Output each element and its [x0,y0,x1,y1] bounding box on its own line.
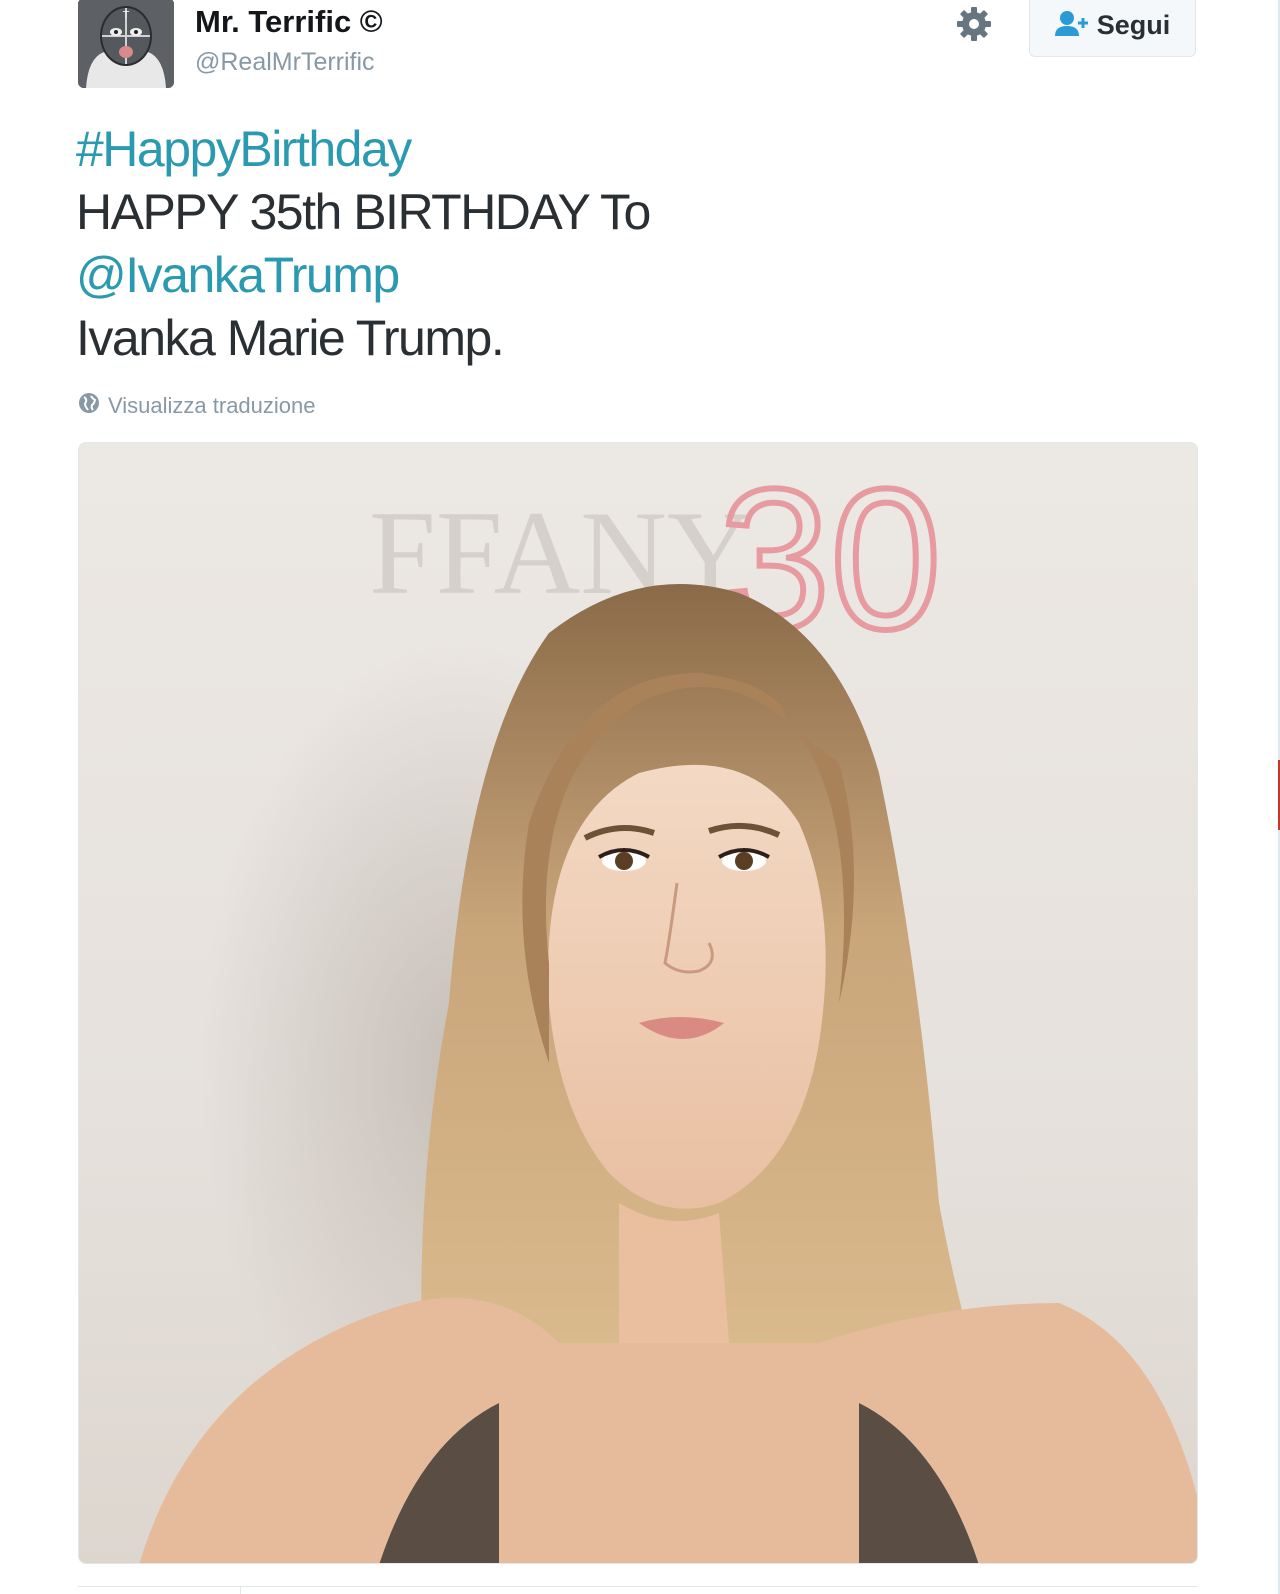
add-user-icon [1054,10,1089,41]
translate-label: Visualizza traduzione [108,393,316,418]
globe-icon [78,392,100,420]
follow-button[interactable]: Segui [1029,0,1196,57]
author-handle[interactable]: @RealMrTerrific [195,48,375,77]
svg-text:T: T [122,10,130,21]
divider [78,1586,1198,1587]
follow-label: Segui [1096,10,1171,40]
hashtag-link[interactable]: #HappyBirthday [76,118,650,181]
avatar[interactable]: T [78,0,174,88]
divider [240,1586,241,1594]
mention-link[interactable]: @IvankaTrump [76,244,650,307]
tweet-line: Ivanka Marie Trump. [76,310,505,366]
tweet-photo[interactable]: FFANY 30 [78,442,1198,1564]
author-name[interactable]: Mr. Terrific © [195,4,383,40]
tweet-line: HAPPY 35th BIRTHDAY To [76,184,651,240]
translate-link[interactable]: Visualizza traduzione [78,392,316,420]
gear-icon[interactable] [956,6,992,42]
tweet-text: #HappyBirthday HAPPY 35th BIRTHDAY To @I… [76,118,651,370]
